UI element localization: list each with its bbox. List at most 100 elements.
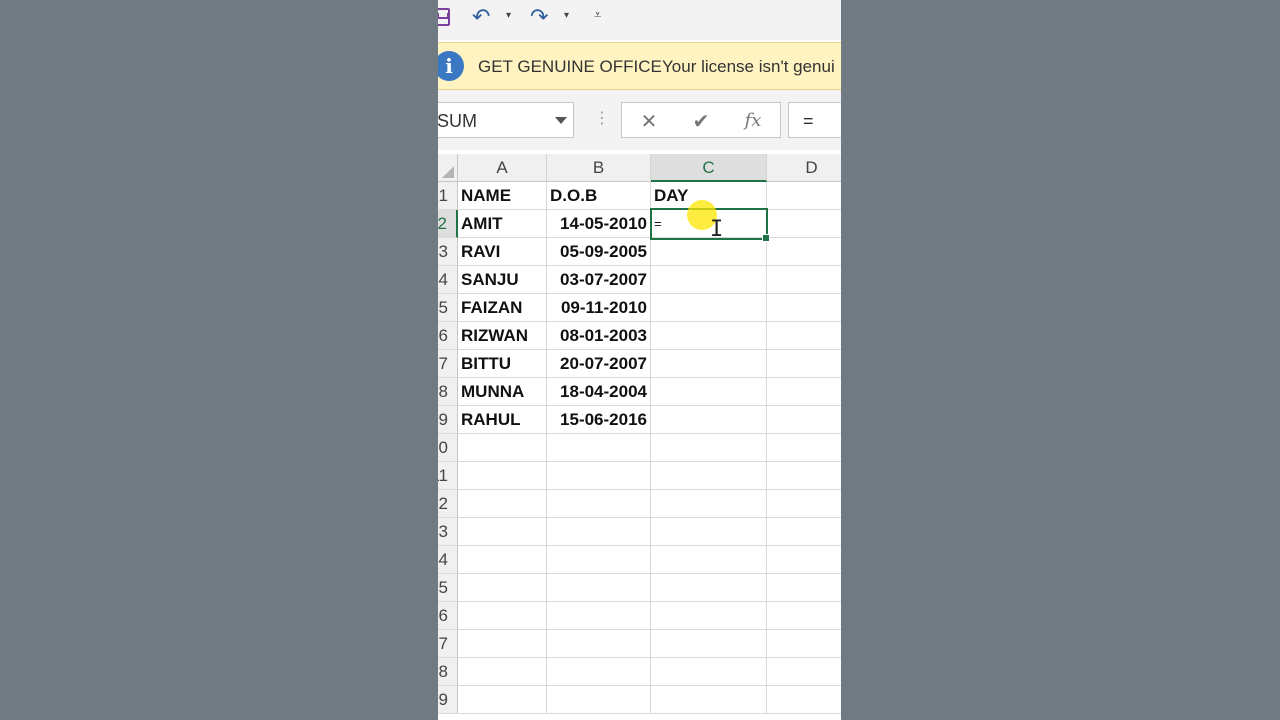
resize-handle-icon[interactable]: ⋮ — [594, 108, 610, 127]
cell-c8[interactable] — [651, 378, 767, 406]
row-header[interactable]: 1 — [438, 182, 458, 210]
cell-b12[interactable] — [547, 490, 651, 518]
cell-b5[interactable]: 09-11-2010 — [547, 294, 651, 322]
cell-c19[interactable] — [651, 686, 767, 714]
cell-d2[interactable] — [767, 210, 841, 238]
cell-b13[interactable] — [547, 518, 651, 546]
row-header[interactable]: 15 — [438, 574, 458, 602]
cell-b4[interactable]: 03-07-2007 — [547, 266, 651, 294]
cell-d18[interactable] — [767, 658, 841, 686]
cell-b10[interactable] — [547, 434, 651, 462]
cell-b19[interactable] — [547, 686, 651, 714]
row-header[interactable]: 2 — [438, 210, 458, 238]
row-header[interactable]: 11 — [438, 462, 458, 490]
save-icon[interactable] — [438, 8, 450, 26]
insert-function-icon[interactable]: fx — [738, 107, 768, 135]
name-box[interactable]: SUM — [438, 102, 574, 138]
row-header[interactable]: 14 — [438, 546, 458, 574]
row-header[interactable]: 19 — [438, 686, 458, 714]
cell-d6[interactable] — [767, 322, 841, 350]
row-header[interactable]: 8 — [438, 378, 458, 406]
cell-c3[interactable] — [651, 238, 767, 266]
undo-dropdown-icon[interactable]: ▾ — [506, 10, 511, 21]
cell-b7[interactable]: 20-07-2007 — [547, 350, 651, 378]
redo-icon[interactable]: ↷ — [530, 6, 548, 30]
cell-c11[interactable] — [651, 462, 767, 490]
cell-d17[interactable] — [767, 630, 841, 658]
cell-b2[interactable]: 14-05-2010 — [547, 210, 651, 238]
cell-a7[interactable]: BITTU — [458, 350, 547, 378]
cell-c13[interactable] — [651, 518, 767, 546]
cell-d19[interactable] — [767, 686, 841, 714]
select-all-corner[interactable] — [438, 154, 458, 182]
cell-d15[interactable] — [767, 574, 841, 602]
cell-c16[interactable] — [651, 602, 767, 630]
cell-d9[interactable] — [767, 406, 841, 434]
cell-d13[interactable] — [767, 518, 841, 546]
spreadsheet-grid[interactable]: A B C D 1 NAME D.O.B DAY 2 AMIT 14-05-2010 = 3 RA… — [438, 154, 841, 720]
cell-c4[interactable] — [651, 266, 767, 294]
cell-b8[interactable]: 18-04-2004 — [547, 378, 651, 406]
cell-a9[interactable]: RAHUL — [458, 406, 547, 434]
cell-b15[interactable] — [547, 574, 651, 602]
redo-dropdown-icon[interactable]: ▾ — [564, 10, 569, 21]
cell-d14[interactable] — [767, 546, 841, 574]
cell-c10[interactable] — [651, 434, 767, 462]
cell-d10[interactable] — [767, 434, 841, 462]
cell-a18[interactable] — [458, 658, 547, 686]
cell-d11[interactable] — [767, 462, 841, 490]
cell-b17[interactable] — [547, 630, 651, 658]
row-header[interactable]: 16 — [438, 602, 458, 630]
notice-title[interactable]: GET GENUINE OFFICE — [478, 57, 662, 77]
cell-d1[interactable] — [767, 182, 841, 210]
cell-d12[interactable] — [767, 490, 841, 518]
undo-icon[interactable]: ↶ — [472, 6, 490, 30]
cell-a2[interactable]: AMIT — [458, 210, 547, 238]
cell-d8[interactable] — [767, 378, 841, 406]
cell-b6[interactable]: 08-01-2003 — [547, 322, 651, 350]
cell-a14[interactable] — [458, 546, 547, 574]
cell-b14[interactable] — [547, 546, 651, 574]
cancel-icon[interactable]: ✕ — [634, 107, 664, 135]
cell-a19[interactable] — [458, 686, 547, 714]
cell-d7[interactable] — [767, 350, 841, 378]
formula-input[interactable]: = — [788, 102, 841, 138]
row-header[interactable]: 10 — [438, 434, 458, 462]
cell-a13[interactable] — [458, 518, 547, 546]
cell-a10[interactable] — [458, 434, 547, 462]
cell-a16[interactable] — [458, 602, 547, 630]
chevron-down-icon[interactable] — [555, 117, 567, 124]
cell-c6[interactable] — [651, 322, 767, 350]
row-header[interactable]: 5 — [438, 294, 458, 322]
row-header[interactable]: 6 — [438, 322, 458, 350]
cell-c7[interactable] — [651, 350, 767, 378]
row-header[interactable]: 18 — [438, 658, 458, 686]
cell-a15[interactable] — [458, 574, 547, 602]
cell-a3[interactable]: RAVI — [458, 238, 547, 266]
cell-b18[interactable] — [547, 658, 651, 686]
cell-a17[interactable] — [458, 630, 547, 658]
column-header-c[interactable]: C — [651, 154, 767, 182]
cell-b9[interactable]: 15-06-2016 — [547, 406, 651, 434]
cell-a12[interactable] — [458, 490, 547, 518]
cell-b16[interactable] — [547, 602, 651, 630]
row-header[interactable]: 7 — [438, 350, 458, 378]
cell-d4[interactable] — [767, 266, 841, 294]
cell-a11[interactable] — [458, 462, 547, 490]
row-header[interactable]: 4 — [438, 266, 458, 294]
cell-a6[interactable]: RIZWAN — [458, 322, 547, 350]
column-header-a[interactable]: A — [458, 154, 547, 182]
cell-c18[interactable] — [651, 658, 767, 686]
customize-toolbar-icon[interactable]: ⩡ — [594, 8, 601, 23]
cell-d16[interactable] — [767, 602, 841, 630]
row-header[interactable]: 3 — [438, 238, 458, 266]
row-header[interactable]: 13 — [438, 518, 458, 546]
cell-b11[interactable] — [547, 462, 651, 490]
cell-c15[interactable] — [651, 574, 767, 602]
column-header-d[interactable]: D — [767, 154, 841, 182]
enter-icon[interactable]: ✔ — [686, 107, 716, 135]
cell-b1[interactable]: D.O.B — [547, 182, 651, 210]
cell-a4[interactable]: SANJU — [458, 266, 547, 294]
cell-d5[interactable] — [767, 294, 841, 322]
row-header[interactable]: 12 — [438, 490, 458, 518]
